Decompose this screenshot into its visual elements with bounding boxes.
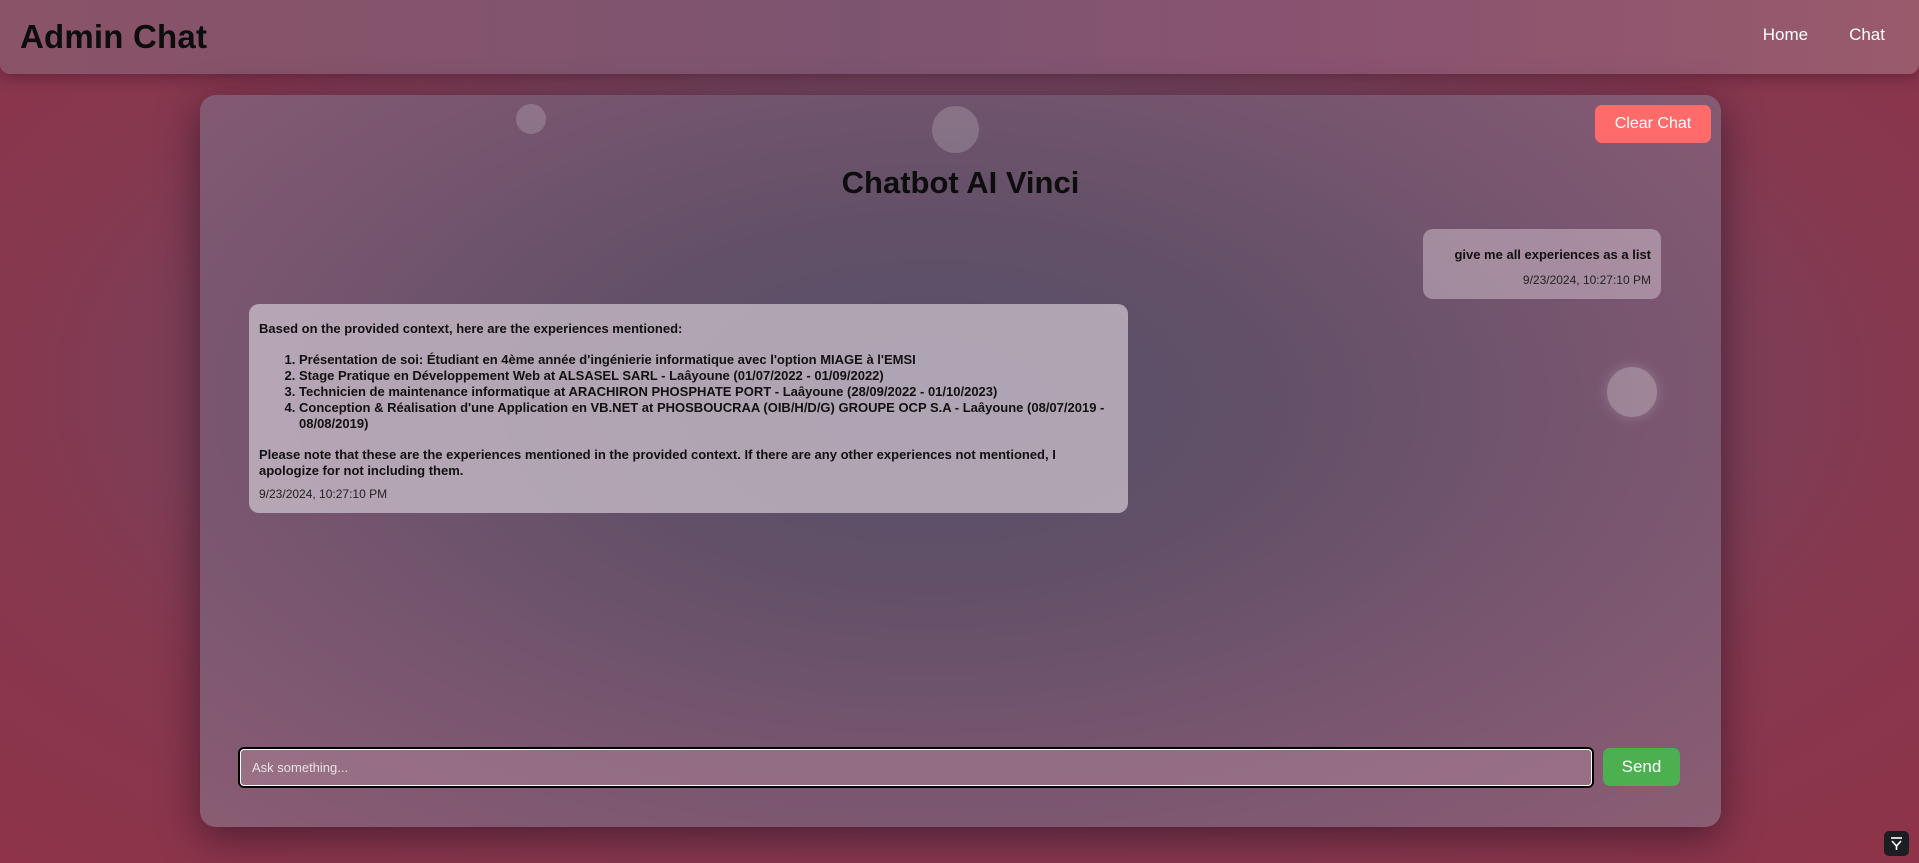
ask-input[interactable] [238,747,1594,788]
list-item: Conception & Réalisation d'une Applicati… [299,400,1118,432]
list-item: Technicien de maintenance informatique a… [299,384,1118,400]
nav-chat-link[interactable]: Chat [1849,25,1885,45]
clear-chat-button[interactable]: Clear Chat [1595,105,1711,143]
bot-message: Based on the provided context, here are … [249,304,1128,513]
decorative-circle [932,106,979,153]
decorative-circle [1607,367,1657,417]
top-header: Admin Chat Home Chat [0,0,1919,74]
list-item: Stage Pratique en Développement Web at A… [299,368,1118,384]
user-message: give me all experiences as a list 9/23/2… [1423,229,1661,299]
send-button[interactable]: Send [1603,748,1680,786]
nav-home-link[interactable]: Home [1763,25,1808,45]
chat-panel: Clear Chat Chatbot AI Vinci give me all … [200,95,1721,827]
experience-list: Présentation de soi: Étudiant en 4ème an… [259,352,1118,432]
app-title: Admin Chat [20,18,208,55]
main-nav: Home Chat [1763,0,1919,70]
message-intro: Based on the provided context, here are … [259,321,683,336]
chat-title: Chatbot AI Vinci [841,165,1080,200]
message-text: give me all experiences as a list [1454,247,1651,262]
message-timestamp: 9/23/2024, 10:27:10 PM [1522,273,1651,287]
message-timestamp: 9/23/2024, 10:27:10 PM [259,487,388,501]
list-item: Présentation de soi: Étudiant en 4ème an… [299,352,1118,368]
collapse-arrow-icon[interactable] [1884,831,1909,856]
decorative-circle [516,104,546,134]
message-outro: Please note that these are the experienc… [259,447,1056,478]
